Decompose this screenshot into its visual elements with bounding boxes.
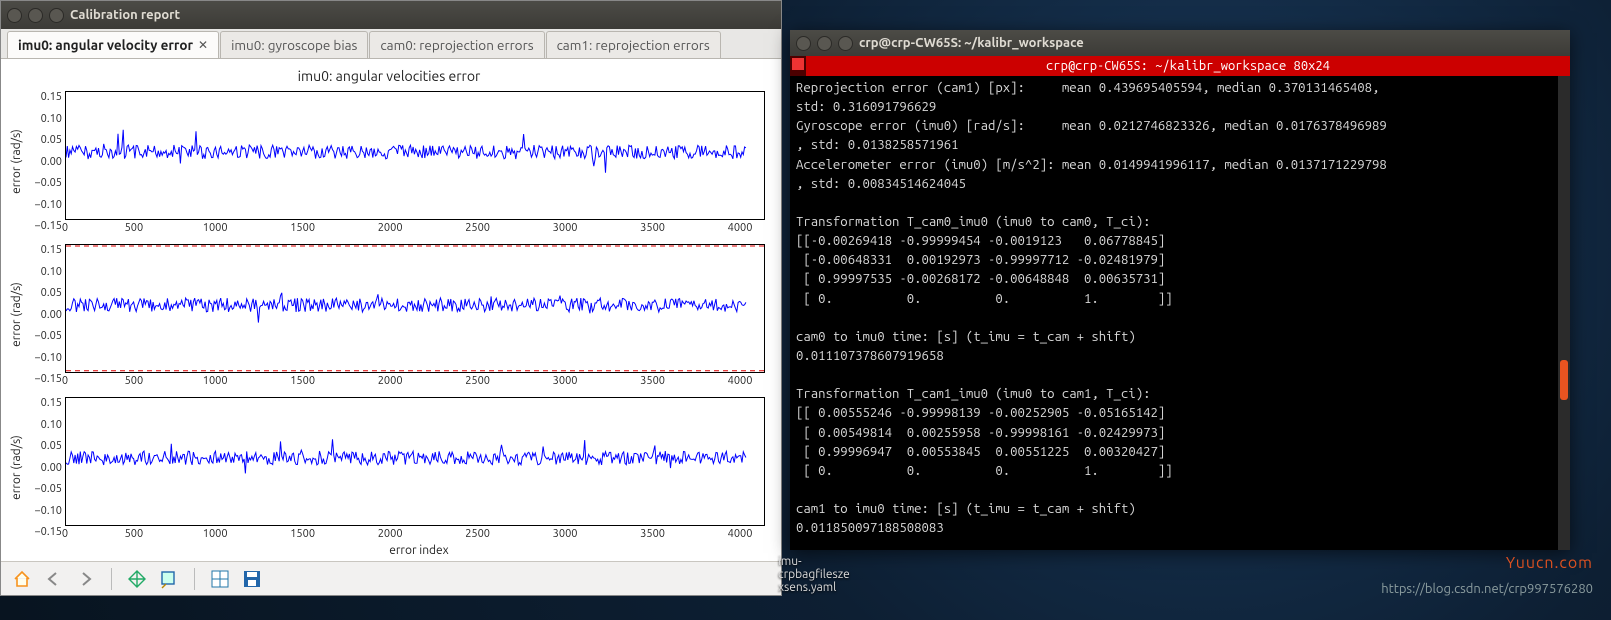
back-icon[interactable] (43, 568, 65, 590)
window-title: Calibration report (70, 8, 180, 22)
line-chart-icon (66, 92, 764, 219)
calibration-report-window: Calibration report imu0: angular velocit… (0, 0, 782, 596)
maximize-icon[interactable] (49, 8, 64, 23)
pan-icon[interactable] (126, 568, 148, 590)
terminal-tabline[interactable]: crp@crp-CW65S: ~/kalibr_workspace 80x24 (806, 56, 1570, 76)
minimize-icon[interactable] (28, 8, 43, 23)
subplots-icon[interactable] (209, 568, 231, 590)
left-titlebar[interactable]: Calibration report (1, 1, 781, 29)
watermark: Yuucn.com (1506, 554, 1593, 572)
plot-area: imu0: angular velocities error error (ra… (1, 59, 781, 561)
desktop-file-label: imu- crpbagfilesze xsens.yaml (778, 555, 850, 594)
maximize-icon[interactable] (838, 36, 853, 51)
zoom-icon[interactable] (158, 568, 180, 590)
ylabel: error (rad/s) (7, 85, 25, 238)
subplot-2: error (rad/s) 0.150.100.050.00−0.05−0.10… (7, 238, 771, 391)
matplotlib-toolbar (1, 561, 781, 595)
minimize-icon[interactable] (817, 36, 832, 51)
plot-title: imu0: angular velocities error (7, 65, 771, 85)
forward-icon[interactable] (75, 568, 97, 590)
terminal-title: crp@crp-CW65S: ~/kalibr_workspace (859, 36, 1084, 50)
terminator-sidebar[interactable] (790, 56, 806, 76)
xticks: 05001000150020002500300035004000 (65, 222, 765, 238)
watermark-url: https://blog.csdn.net/crp997576280 (1381, 582, 1593, 596)
terminal-window: crp@crp-CW65S: ~/kalibr_workspace crp@cr… (790, 30, 1570, 550)
terminal-scrollbar[interactable] (1558, 76, 1570, 550)
subplot-3: error (rad/s) 0.150.100.050.00−0.05−0.10… (7, 391, 771, 544)
save-icon[interactable] (241, 568, 263, 590)
close-icon[interactable] (7, 8, 22, 23)
split-icon[interactable] (792, 58, 804, 70)
yticks: 0.150.100.050.00−0.05−0.10−0.15 (25, 85, 65, 238)
xlabel: error index (7, 544, 771, 557)
home-icon[interactable] (11, 568, 33, 590)
right-titlebar[interactable]: crp@crp-CW65S: ~/kalibr_workspace (790, 30, 1570, 56)
plot-tabs: imu0: angular velocity error ✕ imu0: gyr… (1, 29, 781, 59)
close-tab-icon[interactable]: ✕ (198, 38, 208, 52)
subplot-1: error (rad/s) 0.150.100.050.00−0.05−0.10… (7, 85, 771, 238)
terminal-output[interactable]: Reprojection error (cam1) [px]: mean 0.4… (790, 76, 1558, 550)
tab-cam1-reprojection[interactable]: cam1: reprojection errors (546, 31, 721, 58)
close-icon[interactable] (796, 36, 811, 51)
tab-angular-velocity-error[interactable]: imu0: angular velocity error ✕ (7, 31, 219, 58)
tab-gyroscope-bias[interactable]: imu0: gyroscope bias (220, 31, 368, 58)
tab-cam0-reprojection[interactable]: cam0: reprojection errors (369, 31, 544, 58)
